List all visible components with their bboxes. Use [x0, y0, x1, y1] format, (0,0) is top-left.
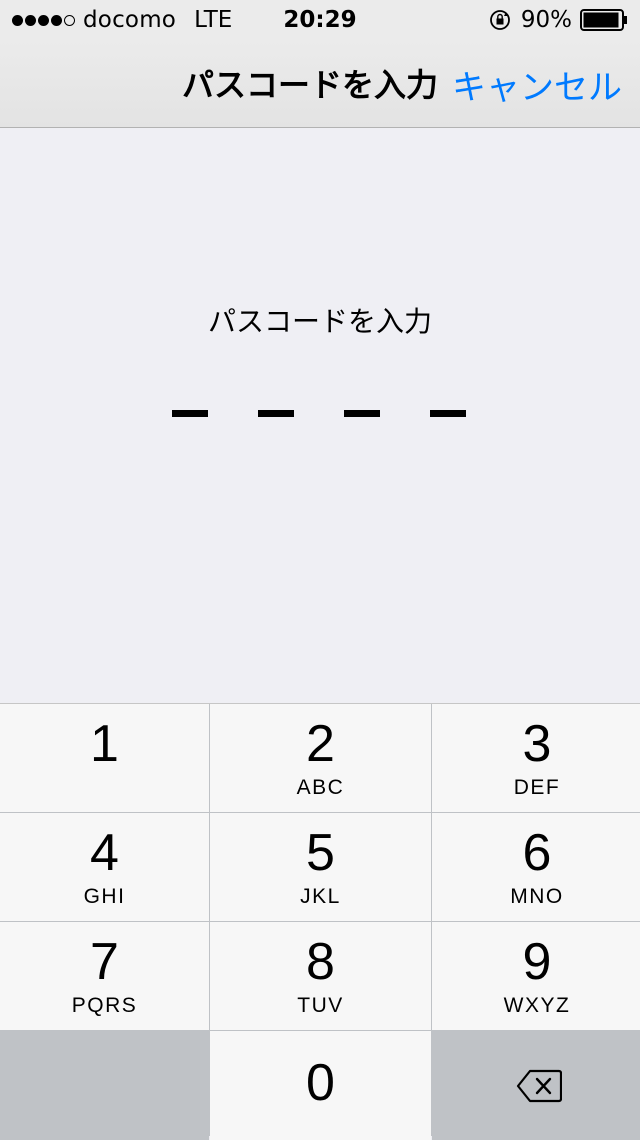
key-letters: PQRS — [71, 994, 138, 1017]
key-6[interactable]: 6 MNO — [432, 813, 640, 921]
key-number: 1 — [90, 715, 119, 773]
key-8[interactable]: 8 TUV — [210, 922, 431, 1030]
navigation-bar: パスコードを入力 キャンセル — [0, 40, 640, 128]
key-4[interactable]: 4 GHI — [0, 813, 209, 921]
key-letters: DEF — [513, 776, 561, 799]
digit-slot — [258, 410, 294, 417]
key-blank — [0, 1031, 209, 1140]
rotation-lock-icon — [489, 10, 510, 30]
key-number: 9 — [522, 933, 552, 991]
delete-backspace-icon — [516, 1069, 562, 1103]
key-number: 4 — [90, 824, 119, 882]
key-3[interactable]: 3 DEF — [432, 704, 640, 812]
battery-percent: 90% — [520, 7, 572, 33]
key-number: 5 — [306, 824, 335, 882]
key-number: 7 — [90, 933, 119, 991]
nav-title: パスコードを入力 — [181, 66, 438, 104]
key-number: 3 — [522, 715, 552, 773]
key-5[interactable]: 5 JKL — [210, 813, 431, 921]
number-keypad: 1 2 ABC 3 DEF 4 GHI 5 JKL 6 MNO 7 PQRS 8… — [0, 703, 640, 1140]
key-number: 0 — [306, 1054, 335, 1112]
key-2[interactable]: 2 ABC — [210, 704, 431, 812]
key-letters: MNO — [510, 885, 564, 908]
key-letters: GHI — [83, 885, 126, 908]
key-0[interactable]: 0 — [210, 1031, 431, 1140]
key-1[interactable]: 1 — [0, 704, 209, 812]
key-letters: ABC — [296, 776, 345, 799]
passcode-digits — [172, 410, 468, 418]
key-number: 8 — [306, 933, 335, 991]
key-number: 2 — [306, 715, 335, 773]
digit-slot — [172, 410, 208, 417]
key-letters: TUV — [297, 994, 344, 1017]
status-right: 90% — [489, 4, 628, 36]
passcode-prompt: パスコードを入力 — [207, 305, 432, 338]
digit-slot — [430, 410, 466, 417]
cancel-button[interactable]: キャンセル — [452, 60, 622, 109]
key-number: 6 — [522, 824, 552, 882]
key-9[interactable]: 9 WXYZ — [432, 922, 640, 1030]
key-7[interactable]: 7 PQRS — [0, 922, 209, 1030]
battery-icon — [580, 9, 627, 31]
digit-slot — [344, 410, 380, 417]
key-letters: WXYZ — [503, 994, 571, 1017]
delete-button[interactable] — [432, 1031, 640, 1140]
status-bar: docomo LTE 20:29 90% — [0, 0, 640, 40]
key-letters: JKL — [300, 885, 341, 908]
